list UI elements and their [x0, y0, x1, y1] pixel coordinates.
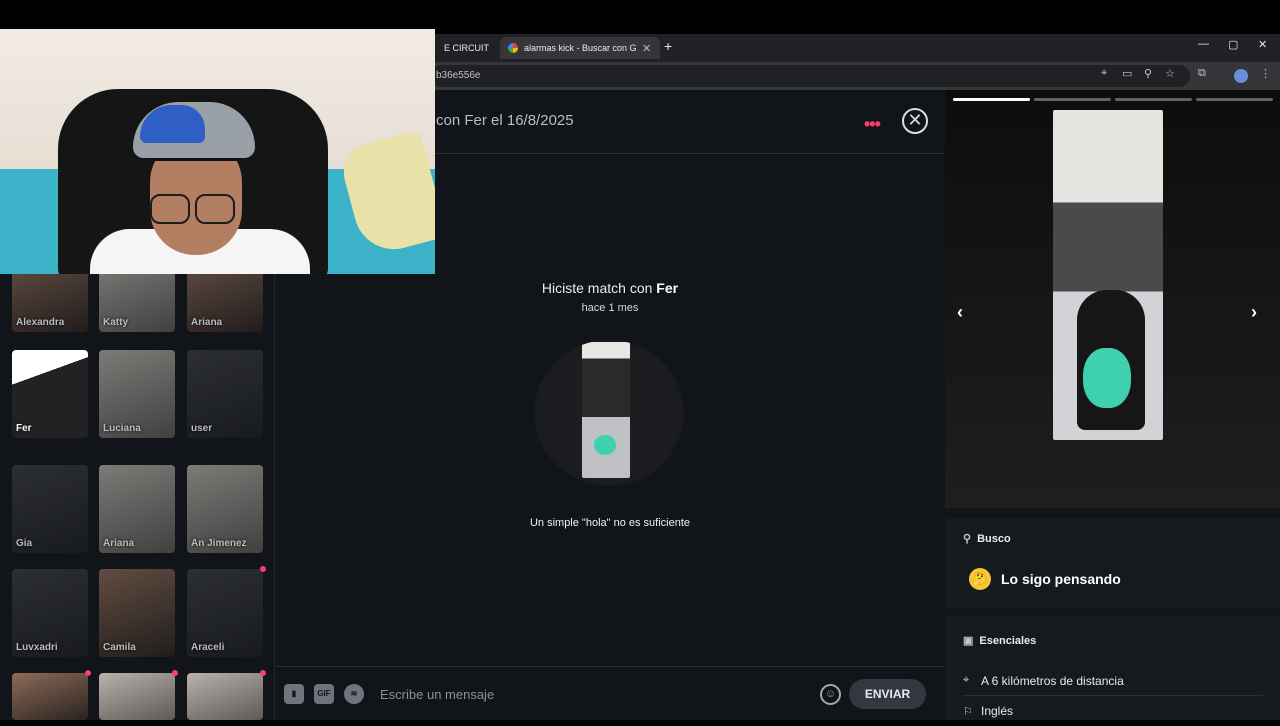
esenciales-heading: ▣ Esenciales: [963, 634, 1036, 647]
match-name: Ariana: [103, 538, 135, 549]
language-text: Inglés: [981, 704, 1014, 718]
tab-title: alarmas kick - Buscar con Goog: [524, 43, 636, 53]
minimize-button[interactable]: —: [1198, 38, 1209, 50]
zoom-icon[interactable]: ⚲: [1144, 67, 1152, 80]
photo-progress: [953, 98, 1273, 101]
message-input[interactable]: [380, 682, 810, 706]
match-card[interactable]: Luciana: [99, 350, 175, 438]
match-avatar[interactable]: [534, 340, 684, 486]
match-time: hace 1 mes: [581, 302, 639, 314]
busco-label: Busco: [977, 533, 1011, 545]
unread-dot: [260, 670, 266, 676]
tab-close-icon[interactable]: ✕: [642, 42, 651, 55]
match-card[interactable]: An Jimenez: [187, 465, 263, 553]
match-card[interactable]: Ariana: [99, 465, 175, 553]
match-card-selected[interactable]: Fer: [12, 350, 88, 438]
distance-text: A 6 kilómetros de distancia: [981, 673, 1124, 688]
busco-section: ⚲ Busco 🤔 Lo sigo pensando: [945, 518, 1280, 608]
busco-heading: ⚲ Busco: [963, 532, 1011, 545]
message-composer: ▮ GIF ≋ ☺ ENVIAR: [276, 666, 944, 720]
match-card[interactable]: Gia: [12, 465, 88, 553]
busco-value: 🤔 Lo sigo pensando: [969, 568, 1121, 590]
photo-plush: [1083, 348, 1131, 408]
match-name: user: [191, 423, 213, 434]
sticker-icon[interactable]: ▮: [284, 684, 304, 704]
menu-kebab-icon[interactable]: ⋮: [1260, 67, 1271, 80]
language-icon: ⚐: [963, 705, 973, 718]
more-options-button[interactable]: •••: [864, 114, 881, 135]
emoji-icon[interactable]: ☺: [820, 684, 841, 705]
match-name: Luvxadri: [16, 642, 58, 653]
conversation-tip: Un simple "hola" no es suficiente: [529, 517, 691, 529]
url-field[interactable]: b36e556e: [430, 65, 1190, 87]
match-name: An Jimenez: [191, 538, 247, 549]
bookmark-star-icon[interactable]: ☆: [1165, 67, 1175, 80]
match-card[interactable]: [12, 673, 88, 720]
prev-photo-chevron-left-icon[interactable]: ‹: [957, 302, 963, 323]
match-name: Camila: [103, 642, 136, 653]
busco-value-text: Lo sigo pensando: [1001, 571, 1121, 587]
webcam-overlay: [0, 29, 435, 274]
profile-photo[interactable]: ‹ ›: [945, 90, 1280, 508]
match-card[interactable]: Araceli: [187, 569, 263, 657]
search-icon: ⚲: [963, 533, 972, 545]
match-heading-prefix: Hiciste match con: [541, 280, 657, 296]
esenciales-section: ▣ Esenciales ⌖ A 6 kilómetros de distanci…: [945, 616, 1280, 720]
distance-row: ⌖ A 6 kilómetros de distancia: [963, 666, 1263, 696]
tab-title: E CIRCUIT: [444, 43, 489, 53]
match-card[interactable]: [187, 673, 263, 720]
google-icon: [508, 43, 518, 53]
profile-avatar[interactable]: [1234, 69, 1248, 83]
id-card-icon: ▣: [963, 635, 974, 647]
thinking-face-icon: 🤔: [969, 568, 991, 590]
location-icon[interactable]: ⌖: [1101, 67, 1107, 80]
maximize-button[interactable]: ▢: [1228, 38, 1238, 51]
match-card[interactable]: [99, 673, 175, 720]
next-photo-chevron-right-icon[interactable]: ›: [1251, 302, 1257, 323]
match-heading-name: Fer: [656, 280, 679, 296]
extensions-icon[interactable]: ⧉: [1198, 67, 1206, 80]
window-close-button[interactable]: ✕: [1258, 38, 1267, 51]
send-button[interactable]: ENVIAR: [849, 679, 926, 709]
close-chat-button[interactable]: ✕: [902, 108, 928, 134]
match-heading: Hiciste match con Fer: [276, 280, 944, 296]
language-row: ⚐ Inglés: [963, 696, 1263, 726]
match-name: Araceli: [191, 642, 225, 653]
match-name: Ariana: [191, 317, 223, 328]
webcam-glasses: [150, 194, 190, 224]
match-name: Katty: [103, 317, 129, 328]
gif-button[interactable]: GIF: [314, 684, 334, 704]
unread-dot: [260, 566, 266, 572]
profile-panel: ‹ › ⚲ Busco 🤔 Lo sigo pensando ▣ Esenciale…: [944, 90, 1280, 720]
cast-icon[interactable]: ▭: [1122, 67, 1132, 80]
new-tab-button[interactable]: +: [664, 38, 672, 54]
avatar-photo: [582, 342, 630, 478]
esenciales-label: Esenciales: [979, 635, 1037, 647]
avatar-plush: [594, 435, 616, 455]
match-card[interactable]: Camila: [99, 569, 175, 657]
tab-google-search[interactable]: alarmas kick - Buscar con Goog ✕: [500, 37, 660, 59]
spotify-icon[interactable]: ≋: [344, 684, 364, 704]
match-name: Alexandra: [16, 317, 65, 328]
unread-dot: [172, 670, 178, 676]
match-name: Fer: [16, 423, 32, 434]
match-name: Luciana: [103, 423, 141, 434]
match-card[interactable]: Luvxadri: [12, 569, 88, 657]
location-icon: ⌖: [963, 674, 970, 686]
unread-dot: [85, 670, 91, 676]
match-card[interactable]: user: [187, 350, 263, 438]
chat-title: con Fer el 16/8/2025: [436, 112, 574, 129]
match-name: Gia: [16, 538, 33, 549]
